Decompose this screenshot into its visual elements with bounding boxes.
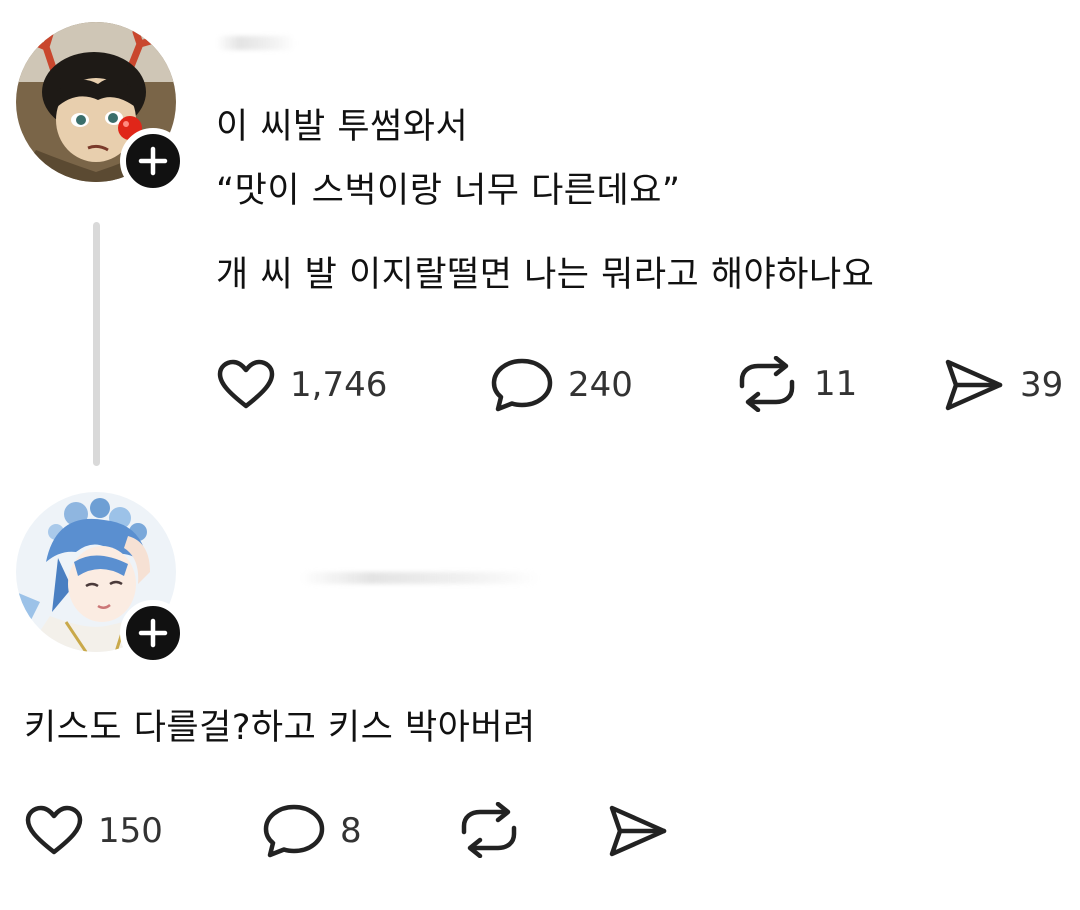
reply-comment-button[interactable]: 8	[262, 802, 362, 860]
post-share-button[interactable]: 39	[942, 356, 1063, 414]
plus-icon	[138, 618, 168, 648]
post-comment-count: 240	[568, 365, 633, 405]
post-share-count: 39	[1020, 365, 1064, 405]
send-icon	[945, 359, 1003, 411]
heart-icon	[217, 359, 275, 409]
reply-repost-button[interactable]	[456, 802, 536, 858]
post-comment-button[interactable]: 240	[490, 356, 633, 414]
send-icon	[609, 805, 667, 857]
heart-icon	[25, 805, 83, 855]
post-text-line-1: 이 씨발 투썸와서	[216, 107, 469, 147]
reply-username-redacted	[300, 572, 540, 584]
post-repost-count: 11	[814, 364, 858, 404]
reply-text: 키스도 다를걸?하고 키스 박아버려	[24, 708, 536, 748]
thread-connector-line	[93, 222, 100, 466]
reply-share-button[interactable]	[606, 802, 684, 860]
speech-bubble-icon	[491, 358, 553, 412]
reply-follow-button[interactable]	[120, 600, 186, 666]
post-text-line-3: 개 씨 발 이지랄떨면 나는 뭐라고 해야하나요	[216, 255, 875, 295]
plus-icon	[138, 146, 168, 176]
reply-like-count: 150	[98, 811, 163, 851]
post-like-button[interactable]: 1,746	[216, 358, 387, 412]
post-username-redacted	[216, 36, 296, 50]
reply-like-button[interactable]: 150	[24, 804, 163, 858]
post-repost-button[interactable]: 11	[734, 356, 857, 412]
post-like-count: 1,746	[290, 365, 388, 405]
reply-comment-count: 8	[340, 811, 362, 851]
follow-button[interactable]	[120, 128, 186, 194]
speech-bubble-icon	[263, 804, 325, 858]
repost-icon	[739, 356, 795, 412]
repost-icon	[461, 802, 517, 858]
post-text-line-2: “맛이 스벅이랑 너무 다른데요”	[216, 171, 681, 211]
